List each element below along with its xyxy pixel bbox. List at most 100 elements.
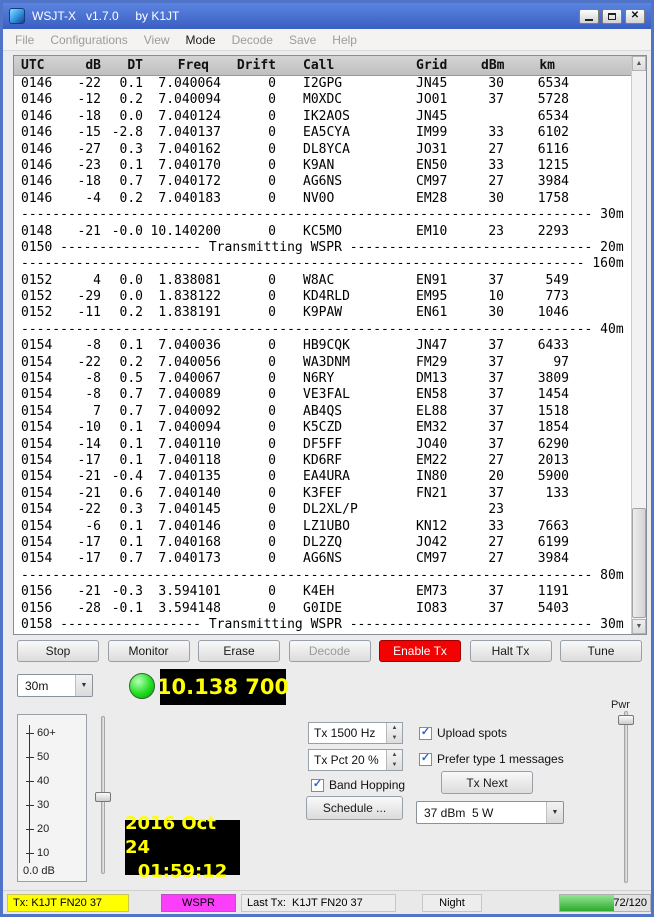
cell-km: 6116 xyxy=(504,142,569,158)
enable-tx-button[interactable]: Enable Tx xyxy=(379,640,461,662)
menu-decode[interactable]: Decode xyxy=(224,30,281,50)
cell-grid: KN12 xyxy=(409,519,481,535)
decode-row[interactable]: 0154-140.17.0401100DF5FFJO40376290 xyxy=(14,437,631,453)
decode-row[interactable]: 0154-170.17.0401680DL2ZQJO42276199 xyxy=(14,535,631,551)
cell-freq: 7.040135 xyxy=(143,469,221,485)
cell-dt: 0.1 xyxy=(101,519,143,535)
halt-tx-button[interactable]: Halt Tx xyxy=(470,640,552,662)
cell-dt: 0.1 xyxy=(101,76,143,92)
decode-row[interactable]: 0148-21-0.010.1402000KC5MOEM10232293 xyxy=(14,224,631,240)
decode-row[interactable]: 0154-60.17.0401460LZ1UBOKN12337663 xyxy=(14,519,631,535)
decode-row[interactable]: 0154-220.27.0400560WA3DNMFM293797 xyxy=(14,355,631,371)
decode-row[interactable]: 015240.01.8380810W8ACEN9137549 xyxy=(14,273,631,289)
power-select[interactable]: 37 dBm 5 W ▼ xyxy=(416,801,564,824)
decode-row[interactable]: 0146-180.77.0401720AG6NSCM97273984 xyxy=(14,174,631,190)
cell-call: HB9CQK xyxy=(276,338,409,354)
decode-row[interactable]: 0154-21-0.47.0401350EA4URAIN80205900 xyxy=(14,469,631,485)
menu-mode[interactable]: Mode xyxy=(178,30,224,50)
close-button[interactable]: ✕ xyxy=(625,9,645,24)
cell-dbm: 33 xyxy=(481,158,504,174)
cell-db: -8 xyxy=(60,387,101,403)
cell-drift: 0 xyxy=(221,158,276,174)
decode-button[interactable]: Decode xyxy=(289,640,371,662)
decode-row[interactable]: 0154-220.37.0401450DL2XL/P23 xyxy=(14,502,631,518)
cell-utc: 0154 xyxy=(14,551,60,567)
menu-configurations[interactable]: Configurations xyxy=(42,30,135,50)
cell-dbm xyxy=(481,109,504,125)
scroll-down-icon[interactable]: ▼ xyxy=(632,619,646,634)
decode-row[interactable]: 0154-170.17.0401180KD6RFEM22272013 xyxy=(14,453,631,469)
cell-call: DL2XL/P xyxy=(276,502,409,518)
decode-row[interactable]: 0154-100.17.0400940K5CZDEM32371854 xyxy=(14,420,631,436)
cell-km: 6534 xyxy=(504,76,569,92)
monitor-button[interactable]: Monitor xyxy=(108,640,190,662)
cell-dbm: 33 xyxy=(481,125,504,141)
band-select[interactable]: 30m ▼ xyxy=(17,674,93,697)
cell-km: 1758 xyxy=(504,191,569,207)
cell-dt: 0.1 xyxy=(101,420,143,436)
decode-row[interactable]: 0146-40.27.0401830NV0OEM28301758 xyxy=(14,191,631,207)
cell-call: EA4URA xyxy=(276,469,409,485)
menu-save[interactable]: Save xyxy=(281,30,324,50)
menu-file[interactable]: File xyxy=(7,30,42,50)
cell-call: AG6NS xyxy=(276,174,409,190)
cell-dbm: 27 xyxy=(481,551,504,567)
decode-scrollbar[interactable]: ▲ ▼ xyxy=(631,56,646,634)
cell-dbm: 10 xyxy=(481,289,504,305)
rx-gain-slider[interactable] xyxy=(95,716,111,874)
tx-freq-spinner[interactable]: Tx 1500 Hz ▲▼ xyxy=(308,722,403,744)
column-header-db: dB xyxy=(60,56,101,75)
minimize-icon xyxy=(585,19,593,21)
spinner-buttons[interactable]: ▲▼ xyxy=(386,750,402,770)
schedule-button[interactable]: Schedule ... xyxy=(306,796,403,820)
decode-row[interactable]: 0156-21-0.33.5941010K4EHEM73371191 xyxy=(14,584,631,600)
decode-row[interactable]: 0146-220.17.0400640I2GPGJN45306534 xyxy=(14,76,631,92)
decode-row[interactable]: 015470.77.0400920AB4QSEL88371518 xyxy=(14,404,631,420)
decode-row[interactable]: 0146-270.37.0401620DL8YCAJO31276116 xyxy=(14,142,631,158)
erase-button[interactable]: Erase xyxy=(198,640,280,662)
tx-pct-spinner[interactable]: Tx Pct 20 % ▲▼ xyxy=(308,749,403,771)
pwr-slider-thumb[interactable] xyxy=(618,715,634,725)
band-hopping-checkbox[interactable]: ✓ Band Hopping xyxy=(311,778,405,792)
decode-row[interactable]: 0152-110.21.8381910K9PAWEN61301046 xyxy=(14,305,631,321)
decode-row[interactable]: 0154-170.77.0401730AG6NSCM97273984 xyxy=(14,551,631,567)
cell-grid: EM28 xyxy=(409,191,481,207)
menu-help[interactable]: Help xyxy=(324,30,365,50)
menu-bar: FileConfigurationsViewModeDecodeSaveHelp xyxy=(3,29,651,51)
slider-groove xyxy=(624,711,628,883)
decode-row[interactable]: 0146-180.07.0401240IK2AOSJN456534 xyxy=(14,109,631,125)
decode-row[interactable]: 0154-80.17.0400360HB9CQKJN47376433 xyxy=(14,338,631,354)
decode-row[interactable]: 0154-80.57.0400670N6RYDM13373809 xyxy=(14,371,631,387)
upload-spots-checkbox[interactable]: ✓ Upload spots xyxy=(419,726,507,740)
stop-button[interactable]: Stop xyxy=(17,640,99,662)
cell-utc: 0154 xyxy=(14,469,60,485)
scrollbar-thumb[interactable] xyxy=(632,508,646,618)
tx-next-button[interactable]: Tx Next xyxy=(441,771,533,794)
decode-row[interactable]: 0152-290.01.8381220KD4RLDEM9510773 xyxy=(14,289,631,305)
decode-row[interactable]: 0146-120.27.0400940M0XDCJO01375728 xyxy=(14,92,631,108)
cell-call: KC5MO xyxy=(276,224,409,240)
maximize-button[interactable] xyxy=(602,9,622,24)
decode-row[interactable]: 0156-28-0.13.5941480G0IDEIO83375403 xyxy=(14,601,631,617)
cell-grid: FM29 xyxy=(409,355,481,371)
cell-drift: 0 xyxy=(221,420,276,436)
decode-row[interactable]: 0146-15-2.87.0401370EA5CYAIM99336102 xyxy=(14,125,631,141)
decode-row[interactable]: 0154-210.67.0401400K3FEFFN2137133 xyxy=(14,486,631,502)
rx-gain-slider-thumb[interactable] xyxy=(95,792,111,802)
spin-up-icon[interactable]: ▲ xyxy=(387,723,402,733)
decode-row[interactable]: 0146-230.17.0401700K9ANEN50331215 xyxy=(14,158,631,174)
cell-km: 2013 xyxy=(504,453,569,469)
minimize-button[interactable] xyxy=(579,9,599,24)
spinner-buttons[interactable]: ▲▼ xyxy=(386,723,402,743)
pwr-slider[interactable] xyxy=(618,711,634,883)
cell-grid: IO83 xyxy=(409,601,481,617)
decode-row[interactable]: 0154-80.77.0400890VE3FALEN58371454 xyxy=(14,387,631,403)
spin-down-icon[interactable]: ▼ xyxy=(387,733,402,743)
spin-down-icon[interactable]: ▼ xyxy=(387,760,402,770)
tune-button[interactable]: Tune xyxy=(560,640,642,662)
prefer-type1-checkbox[interactable]: ✓ Prefer type 1 messages xyxy=(419,752,564,766)
menu-view[interactable]: View xyxy=(136,30,178,50)
rx-progress-bar: 72/120 xyxy=(559,894,651,912)
spin-up-icon[interactable]: ▲ xyxy=(387,750,402,760)
scroll-up-icon[interactable]: ▲ xyxy=(632,56,646,71)
